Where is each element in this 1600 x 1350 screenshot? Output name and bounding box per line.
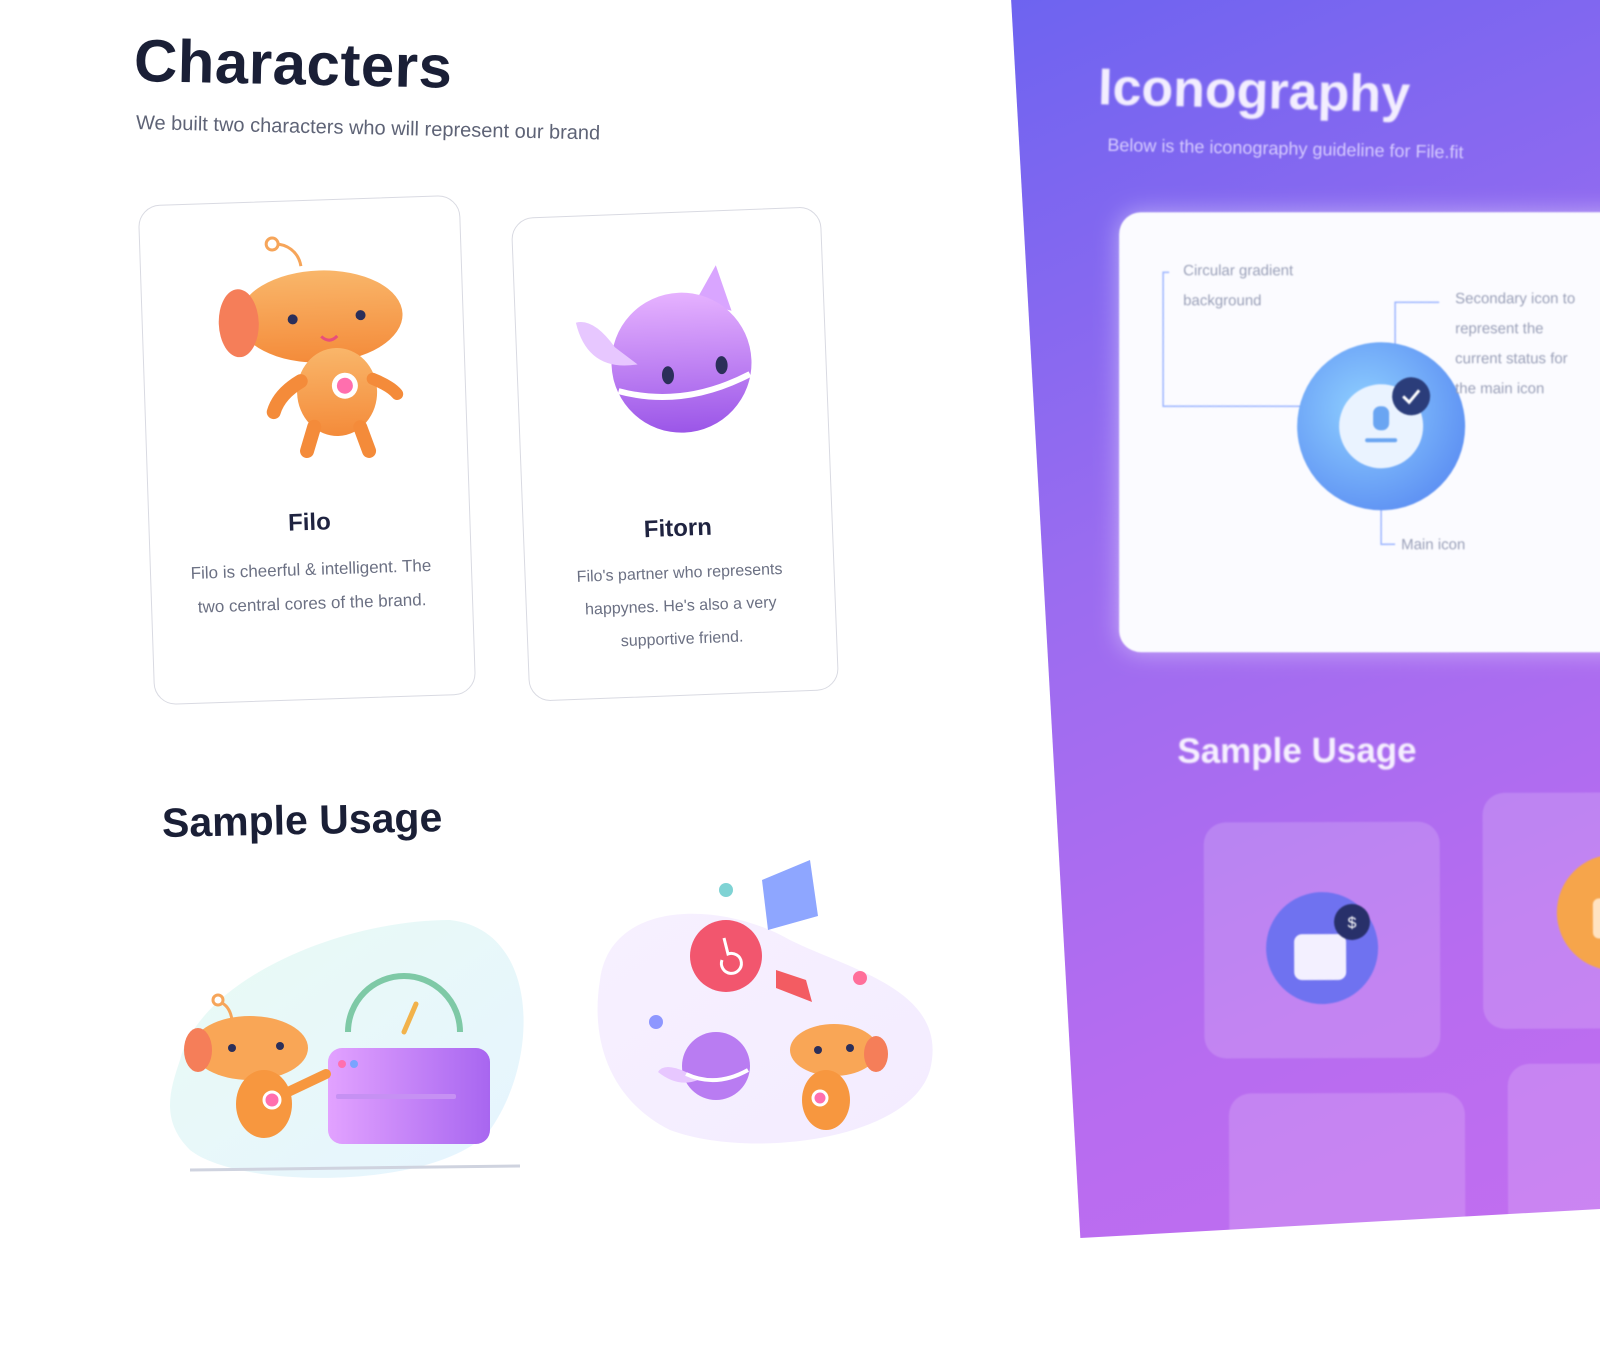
iconography-sample-usage-title: Sample Usage <box>1177 731 1417 771</box>
sample-illustration-files <box>590 860 950 1165</box>
character-description: Filo's partner who represents happynes. … <box>576 560 783 651</box>
characters-panel: Characters We built two characters who w… <box>0 0 1000 1200</box>
label-circular-background: Circular gradient background <box>1183 256 1293 316</box>
iconography-subtitle: Below is the iconography guideline for F… <box>1107 134 1464 163</box>
sample-usage-title: Sample Usage <box>161 794 443 846</box>
character-description: Filo is cheerful & intelligent. The two … <box>190 555 432 617</box>
icon-anatomy-card: Circular gradient background Secondary i… <box>1119 212 1600 653</box>
icon-tile <box>1507 1063 1600 1300</box>
iconography-title: Iconography <box>1097 58 1411 124</box>
label-main-icon: Main icon <box>1401 536 1466 554</box>
label-line: background <box>1183 292 1262 310</box>
label-line: Secondary icon to <box>1455 290 1576 308</box>
iconography-panel: Iconography Below is the iconography gui… <box>1010 0 1600 1330</box>
fitorn-creature-icon <box>575 265 752 433</box>
label-line: current status for <box>1455 350 1568 368</box>
filo-robot-icon <box>218 236 404 458</box>
icon-tile: $ <box>1203 821 1441 1059</box>
icon-tile: ! <box>1482 792 1600 1029</box>
character-card-fitorn: Fitorn Filo's partner who represents hap… <box>510 206 840 702</box>
characters-title: Characters <box>133 27 454 101</box>
filo-illustration <box>139 216 467 486</box>
dollar-badge: $ <box>1348 915 1357 932</box>
characters-subtitle: We built two characters who will represe… <box>135 112 601 145</box>
character-name: Filo <box>287 508 332 537</box>
label-line: represent the <box>1455 320 1544 338</box>
icon-tile <box>1228 1092 1466 1330</box>
characters-files-illustration <box>597 860 933 1144</box>
fitorn-illustration <box>513 227 831 499</box>
label-line: the main icon <box>1455 380 1545 398</box>
label-line: Circular gradient <box>1183 262 1294 280</box>
character-card-filo: Filo Filo is cheerful & intelligent. The… <box>137 194 477 706</box>
character-name: Fitorn <box>643 513 713 544</box>
sample-illustration-dashboard <box>160 900 540 1195</box>
calendar-dollar-icon: $ <box>1266 892 1379 1005</box>
label-secondary-icon: Secondary icon to represent the current … <box>1455 284 1575 404</box>
window-warning-icon: ! <box>1556 854 1600 971</box>
iconography-content: Iconography Below is the iconography gui… <box>1010 0 1600 1330</box>
robot-dashboard-illustration <box>170 920 524 1178</box>
